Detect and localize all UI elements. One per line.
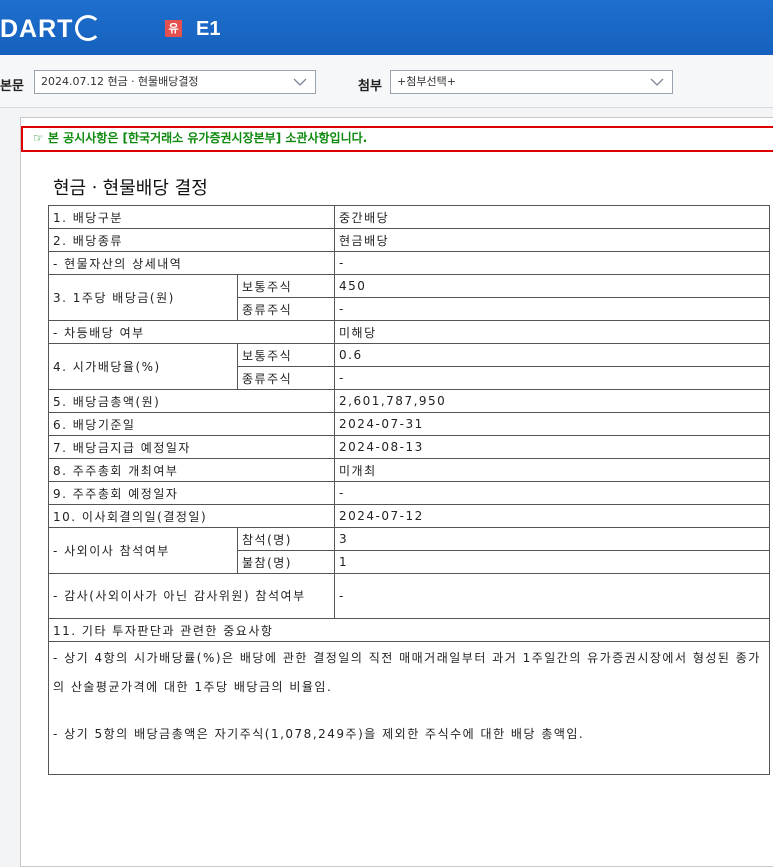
table-row: 1. 배당구분 중간배당	[48, 205, 770, 229]
row-value: -	[334, 481, 770, 505]
row-value: 미해당	[334, 320, 770, 344]
row-value: 3	[334, 527, 770, 551]
table-row: - 차등배당 여부 미해당	[48, 320, 770, 344]
row-value: 0.6	[334, 343, 770, 367]
row-sublabel: 보통주식	[237, 274, 335, 298]
table-row: 7. 배당금지급 예정일자 2024-08-13	[48, 435, 770, 459]
jurisdiction-notice: ☞ 본 공시사항은 [한국거래소 유가증권시장본부] 소관사항입니다.	[21, 126, 773, 152]
table-row: 2. 배당종류 현금배당	[48, 228, 770, 252]
row-value: 2024-08-13	[334, 435, 770, 459]
table-row: 6. 배당기준일 2024-07-31	[48, 412, 770, 436]
dart-logo[interactable]: DART	[0, 14, 102, 44]
row-label: 10. 이사회결의일(결정일)	[48, 504, 335, 528]
row-label: - 현물자산의 상세내역	[48, 251, 335, 275]
disclosure-document: ☞ 본 공시사항은 [한국거래소 유가증권시장본부] 소관사항입니다. 현금ㆍ현…	[20, 117, 773, 867]
row-sublabel: 종류주식	[237, 297, 335, 321]
row-label: 2. 배당종류	[48, 228, 335, 252]
row-value: 1	[334, 550, 770, 574]
attach-select[interactable]: +첨부선택+	[390, 70, 673, 94]
row-sublabel: 보통주식	[237, 343, 335, 367]
row-value: 2,601,787,950	[334, 389, 770, 413]
market-badge: 유	[165, 20, 182, 37]
logo-swirl-icon	[75, 15, 102, 42]
table-row: - 현물자산의 상세내역 -	[48, 251, 770, 275]
row-sublabel: 불참(명)	[237, 550, 335, 574]
attach-label: 첨부	[358, 79, 382, 94]
row-label: 7. 배당금지급 예정일자	[48, 435, 335, 459]
document-selector-bar: 본문 2024.07.12 현금ㆍ현물배당결정 첨부 +첨부선택+	[0, 55, 773, 108]
table-row: 3. 1주당 배당금(원) 보통주식 450	[48, 274, 770, 321]
row-value: 미개최	[334, 458, 770, 482]
table-row: - 사외이사 참석여부 참석(명) 3	[48, 527, 770, 574]
row-value: 현금배당	[334, 228, 770, 252]
row-value: 중간배당	[334, 205, 770, 229]
table-row: 11. 기타 투자판단과 관련한 중요사항	[48, 618, 770, 642]
row-label: 3. 1주당 배당금(원)	[48, 274, 238, 321]
top-header: DART 유 E1	[0, 0, 773, 55]
table-row: 8. 주주총회 개최여부 미개최	[48, 458, 770, 482]
main-doc-label: 본문	[0, 79, 24, 94]
row-value: -	[334, 366, 770, 390]
table-row: - 상기 4항의 시가배당률(%)은 배당에 관한 결정일의 직전 매매거래일부…	[48, 641, 770, 775]
row-label: 8. 주주총회 개최여부	[48, 458, 335, 482]
row-label: - 사외이사 참석여부	[48, 527, 238, 574]
main-doc-select-value: 2024.07.12 현금ㆍ현물배당결정	[41, 75, 199, 88]
table-row: 10. 이사회결의일(결정일) 2024-07-12	[48, 504, 770, 528]
row-label: 9. 주주총회 예정일자	[48, 481, 335, 505]
row-value: -	[334, 251, 770, 275]
notes-cell: - 상기 4항의 시가배당률(%)은 배당에 관한 결정일의 직전 매매거래일부…	[48, 641, 770, 775]
table-row: 9. 주주총회 예정일자 -	[48, 481, 770, 505]
row-value: -	[334, 573, 770, 619]
row-value: 2024-07-12	[334, 504, 770, 528]
row-label: 5. 배당금총액(원)	[48, 389, 335, 413]
chevron-down-icon	[650, 78, 664, 86]
section-heading: 11. 기타 투자판단과 관련한 중요사항	[48, 618, 770, 642]
company-name: E1	[196, 18, 221, 40]
logo-text: DART	[0, 15, 74, 43]
page-title: 현금ㆍ현물배당 결정	[53, 178, 208, 199]
note-spacer	[53, 702, 765, 720]
table-row: 5. 배당금총액(원) 2,601,787,950	[48, 389, 770, 413]
row-label: - 차등배당 여부	[48, 320, 335, 344]
main-doc-select[interactable]: 2024.07.12 현금ㆍ현물배당결정	[34, 70, 316, 94]
table-row: 4. 시가배당율(%) 보통주식 0.6	[48, 343, 770, 390]
attach-select-value: +첨부선택+	[397, 75, 456, 88]
row-value: 450	[334, 274, 770, 298]
row-label: - 감사(사외이사가 아닌 감사위원) 참석여부	[48, 573, 335, 619]
row-label: 1. 배당구분	[48, 205, 335, 229]
dividend-table: 1. 배당구분 중간배당 2. 배당종류 현금배당 - 현물자산의 상세내역 -…	[48, 205, 770, 775]
note-paragraph: - 상기 4항의 시가배당률(%)은 배당에 관한 결정일의 직전 매매거래일부…	[53, 651, 761, 694]
row-sublabel: 종류주식	[237, 366, 335, 390]
row-label: 6. 배당기준일	[48, 412, 335, 436]
row-sublabel: 참석(명)	[237, 527, 335, 551]
table-row: - 감사(사외이사가 아닌 감사위원) 참석여부 -	[48, 573, 770, 619]
row-value: -	[334, 297, 770, 321]
row-value: 2024-07-31	[334, 412, 770, 436]
chevron-down-icon	[293, 78, 307, 86]
row-label: 4. 시가배당율(%)	[48, 343, 238, 390]
note-paragraph: - 상기 5항의 배당금총액은 자기주식(1,078,249주)을 제외한 주식…	[53, 727, 585, 741]
